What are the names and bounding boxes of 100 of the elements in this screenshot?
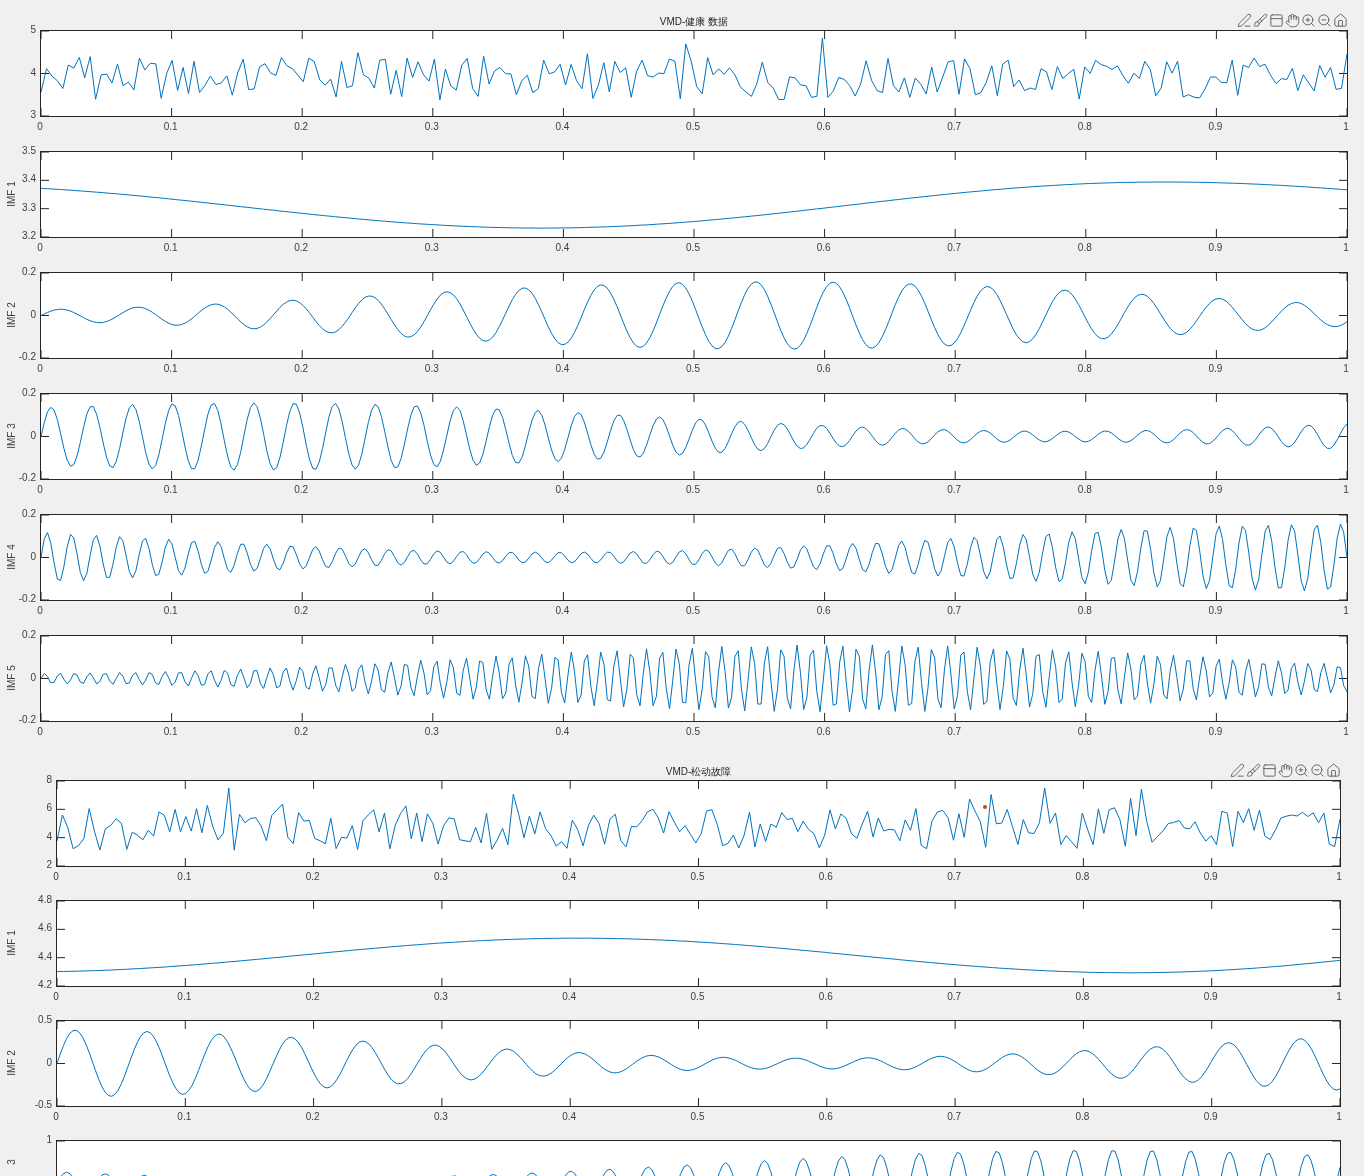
x-tick-label: 0.2 xyxy=(294,121,309,133)
y-tick-label: 4 xyxy=(30,66,36,79)
x-tick-label: 0.1 xyxy=(177,1111,192,1123)
y-tick-label: 0 xyxy=(30,550,36,563)
x-tick-label: 1 xyxy=(1343,242,1349,254)
y-tick-label: 4.6 xyxy=(38,922,52,935)
brush-icon[interactable] xyxy=(1253,13,1268,28)
legend-icon[interactable] xyxy=(1262,763,1277,778)
x-tick-label: 0 xyxy=(37,605,43,617)
x-tick-label: 0 xyxy=(37,363,43,375)
x-tick-label: 0.9 xyxy=(1203,1111,1218,1123)
y-tick-label: 3 xyxy=(30,109,36,121)
y-tick-label: 4.4 xyxy=(38,950,52,963)
home-icon[interactable] xyxy=(1333,13,1348,28)
x-tick-label: 0.8 xyxy=(1077,605,1092,617)
x-tick-label: 0.5 xyxy=(686,484,700,496)
y-tick-label: 1 xyxy=(46,1134,52,1146)
y-tick-label: 0 xyxy=(46,1056,52,1069)
zoom-in-icon[interactable] xyxy=(1301,13,1316,28)
y-tick-label: 0.2 xyxy=(22,629,36,641)
y-tick-label: -0.2 xyxy=(18,593,36,605)
figure-title: VMD-健康 数据 xyxy=(659,16,729,28)
x-tick-label: 0.1 xyxy=(163,726,178,738)
y-tick-label: -0.2 xyxy=(18,714,36,726)
zoom-in-icon[interactable] xyxy=(1294,763,1309,778)
x-tick-label: 0.1 xyxy=(163,605,178,617)
zoom-out-icon[interactable] xyxy=(1317,13,1332,28)
x-tick-label: 0.9 xyxy=(1208,605,1223,617)
x-tick-label: 0.9 xyxy=(1208,242,1223,254)
y-axis-label: IMF 2 xyxy=(6,301,18,328)
data-point-marker xyxy=(982,805,987,809)
pan-hand-icon[interactable] xyxy=(1278,763,1293,778)
x-tick-label: 0.5 xyxy=(686,726,700,738)
x-tick-label: 0.7 xyxy=(947,484,962,496)
y-tick-label: 0.5 xyxy=(38,1014,52,1026)
x-tick-label: 0.8 xyxy=(1075,1111,1090,1123)
x-tick-label: 0 xyxy=(53,871,59,883)
x-tick-label: 1 xyxy=(1336,871,1342,883)
x-tick-label: 0.6 xyxy=(816,121,831,133)
x-tick-label: 0.4 xyxy=(555,363,570,375)
x-tick-label: 0.9 xyxy=(1208,484,1223,496)
x-tick-label: 0.2 xyxy=(305,991,320,1003)
y-tick-label: 6 xyxy=(46,802,52,815)
pen-icon[interactable] xyxy=(1230,763,1245,778)
x-tick-label: 0.6 xyxy=(816,484,831,496)
x-tick-label: 0.8 xyxy=(1077,242,1092,254)
pan-hand-icon[interactable] xyxy=(1285,13,1300,28)
y-tick-label: 0 xyxy=(30,429,36,442)
x-tick-label: 0 xyxy=(53,991,59,1003)
zoom-out-icon[interactable] xyxy=(1310,763,1325,778)
x-tick-label: 0.3 xyxy=(433,1111,448,1123)
x-tick-label: 1 xyxy=(1336,1111,1342,1123)
x-tick-label: 0.6 xyxy=(816,726,831,738)
brush-icon[interactable] xyxy=(1246,763,1261,778)
x-tick-label: 0.9 xyxy=(1208,363,1223,375)
x-tick-label: 0.1 xyxy=(163,242,178,254)
x-tick-label: 0 xyxy=(37,726,43,738)
pen-icon[interactable] xyxy=(1237,13,1252,28)
x-tick-label: 0 xyxy=(53,1111,59,1123)
x-tick-label: 0.3 xyxy=(433,871,448,883)
y-tick-label: -0.2 xyxy=(18,472,36,484)
x-tick-label: 0.6 xyxy=(816,605,831,617)
x-tick-label: 0.4 xyxy=(555,484,570,496)
x-tick-label: 0.4 xyxy=(555,605,570,617)
x-tick-label: 0.6 xyxy=(816,242,831,254)
x-tick-label: 0.8 xyxy=(1077,121,1092,133)
y-tick-label: 0 xyxy=(30,671,36,684)
y-axis-label: IMF 1 xyxy=(6,180,18,207)
x-tick-label: 1 xyxy=(1343,605,1349,617)
x-tick-label: 0.1 xyxy=(163,363,178,375)
y-tick-label: -0.5 xyxy=(34,1099,52,1111)
y-axis-label: IMF 3 xyxy=(6,422,18,449)
x-tick-label: 1 xyxy=(1343,726,1349,738)
x-tick-label: 0.4 xyxy=(562,871,577,883)
x-tick-label: 0.1 xyxy=(163,121,178,133)
x-tick-label: 0.8 xyxy=(1075,991,1090,1003)
legend-icon[interactable] xyxy=(1269,13,1284,28)
x-tick-label: 0.4 xyxy=(555,726,570,738)
y-axis-label: 3 xyxy=(6,1159,18,1165)
x-tick-label: 0.8 xyxy=(1077,726,1092,738)
x-tick-label: 0.7 xyxy=(947,1111,962,1123)
x-tick-label: 0.7 xyxy=(947,242,962,254)
x-tick-label: 0.8 xyxy=(1075,871,1090,883)
y-axis-label: IMF 5 xyxy=(6,664,18,691)
y-tick-label: 0.2 xyxy=(22,266,36,278)
y-tick-label: 4.2 xyxy=(38,979,52,991)
home-icon[interactable] xyxy=(1326,763,1341,778)
x-tick-label: 0.2 xyxy=(294,363,309,375)
y-tick-label: -0.2 xyxy=(18,351,36,363)
x-tick-label: 0.3 xyxy=(424,484,439,496)
x-tick-label: 1 xyxy=(1336,991,1342,1003)
x-tick-label: 0.5 xyxy=(690,991,705,1003)
x-tick-label: 1 xyxy=(1343,363,1349,375)
y-tick-label: 4.8 xyxy=(38,894,52,906)
x-tick-label: 0.7 xyxy=(947,363,962,375)
figure-title: VMD-松动故障 xyxy=(665,766,732,778)
y-axis-label: IMF 1 xyxy=(6,929,18,956)
x-tick-label: 1 xyxy=(1343,121,1349,133)
x-tick-label: 0.4 xyxy=(562,991,577,1003)
x-tick-label: 0.6 xyxy=(816,363,831,375)
